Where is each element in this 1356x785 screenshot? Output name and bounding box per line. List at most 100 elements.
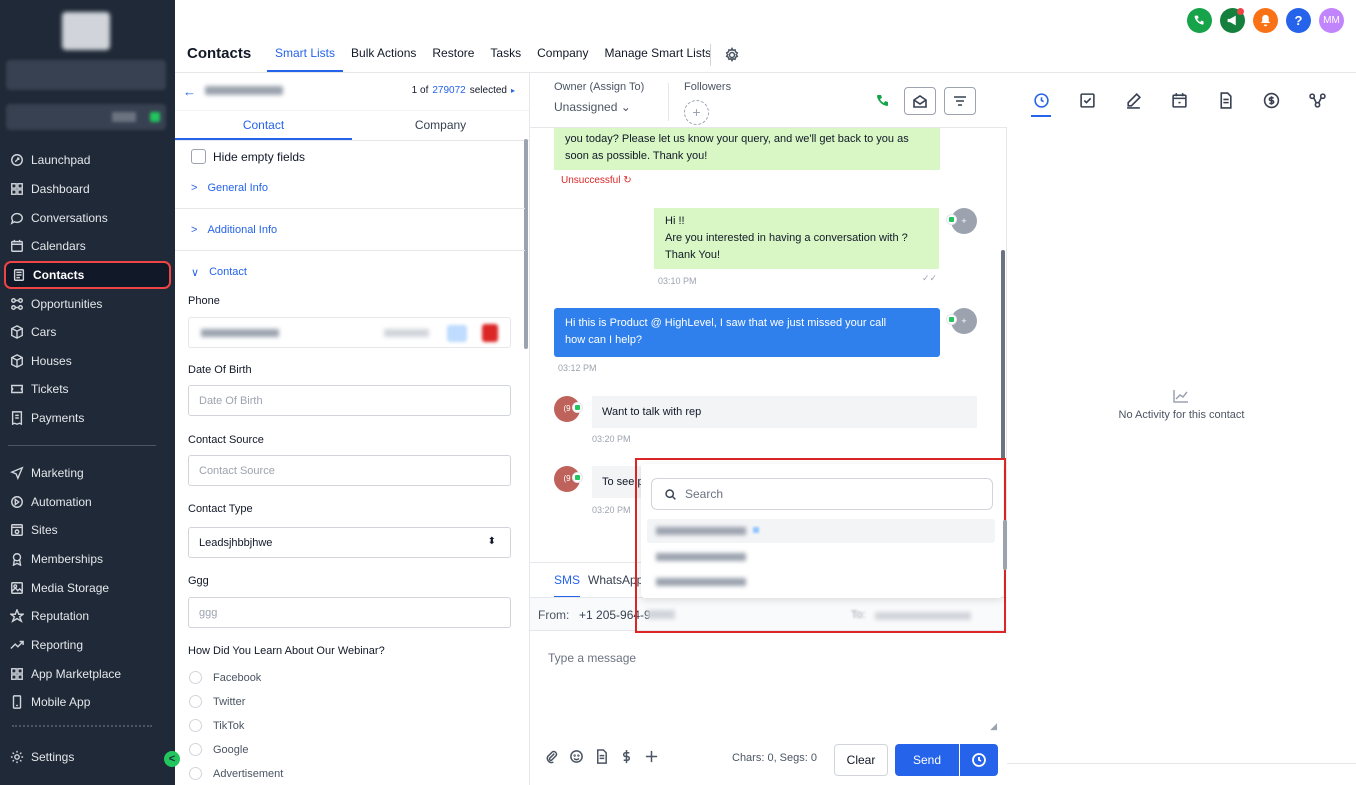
- tab-bulk-actions[interactable]: Bulk Actions: [343, 40, 424, 72]
- sidebar-item-reporting[interactable]: Reporting: [4, 631, 171, 659]
- phone-button[interactable]: [1187, 8, 1212, 33]
- company-logo[interactable]: [62, 12, 110, 50]
- tab-smart-lists[interactable]: Smart Lists: [267, 40, 344, 72]
- message-status[interactable]: Unsuccessful ↻: [561, 175, 632, 186]
- sidebar-divider: [8, 445, 156, 446]
- radio-twitter[interactable]: Twitter: [189, 695, 245, 708]
- section-additional-info[interactable]: > Additional Info: [175, 209, 525, 251]
- chevron-right-icon: >: [191, 223, 198, 236]
- tab-activity[interactable]: [1031, 92, 1051, 117]
- sidebar-item-conversations[interactable]: Conversations: [4, 204, 171, 232]
- dollar-icon[interactable]: [619, 749, 634, 764]
- sidebar-item-sites[interactable]: Sites: [4, 516, 171, 544]
- radio-google[interactable]: Google: [189, 743, 248, 756]
- sidebar-item-settings[interactable]: Settings: [4, 743, 171, 771]
- back-arrow-icon[interactable]: ←: [183, 84, 196, 99]
- ggg-field[interactable]: ggg: [188, 597, 511, 628]
- sidebar-item-app-marketplace[interactable]: App Marketplace: [4, 660, 171, 688]
- hide-empty-toggle[interactable]: Hide empty fields: [191, 149, 305, 164]
- dropdown-option[interactable]: [647, 545, 995, 569]
- next-contact-icon[interactable]: ▸: [511, 86, 515, 95]
- sidebar-item-tickets[interactable]: Tickets: [4, 375, 171, 403]
- from-label: From:: [538, 608, 570, 622]
- sidebar-item-dashboard[interactable]: Dashboard: [4, 175, 171, 203]
- send-button[interactable]: Send: [895, 744, 959, 776]
- add-follower-button[interactable]: +: [684, 100, 709, 125]
- radio-tiktok[interactable]: TikTok: [189, 719, 244, 732]
- sidebar-item-contacts[interactable]: Contacts: [4, 261, 171, 289]
- emoji-icon[interactable]: [569, 749, 584, 764]
- phone-icon: [1194, 15, 1204, 25]
- sidebar-item-launchpad[interactable]: Launchpad: [4, 146, 171, 174]
- template-icon[interactable]: [594, 749, 609, 764]
- radio-facebook[interactable]: Facebook: [189, 671, 261, 684]
- attachment-icon[interactable]: [544, 749, 559, 764]
- tab-company-details[interactable]: Company: [352, 111, 529, 140]
- to-number-select[interactable]: [875, 612, 971, 620]
- tab-tasks-panel[interactable]: [1079, 92, 1097, 116]
- help-icon: ?: [1294, 13, 1303, 28]
- message-time: 03:20 PM: [592, 505, 631, 515]
- sidebar-item-houses[interactable]: Houses: [4, 347, 171, 375]
- cube-icon: [11, 354, 23, 368]
- tab-workflows[interactable]: [1309, 92, 1327, 116]
- tab-payments[interactable]: [1263, 92, 1281, 116]
- sidebar-item-mobile-app[interactable]: Mobile App: [4, 688, 171, 716]
- conversation-scrollbar[interactable]: [1001, 250, 1005, 460]
- sidebar-item-opportunities[interactable]: Opportunities: [4, 290, 171, 318]
- sidebar-item-memberships[interactable]: Memberships: [4, 545, 171, 573]
- section-contact[interactable]: ∨ Contact: [175, 251, 525, 293]
- radio-advertisement[interactable]: Advertisement: [189, 767, 283, 780]
- sidebar-item-reputation[interactable]: Reputation: [4, 602, 171, 630]
- sidebar-item-automation[interactable]: Automation: [4, 488, 171, 516]
- tab-sms[interactable]: SMS: [554, 573, 581, 598]
- notifications-button[interactable]: [1253, 8, 1278, 33]
- nav-settings-button[interactable]: [724, 47, 740, 63]
- conversation-header: Owner (Assign To) Unassigned ⌄ Followers…: [530, 72, 1007, 128]
- filter-button[interactable]: [944, 87, 976, 115]
- retry-icon[interactable]: ↻: [623, 175, 631, 186]
- filter-icon: [954, 96, 966, 106]
- phone-field[interactable]: [188, 317, 511, 348]
- dropdown-option[interactable]: [647, 519, 995, 543]
- user-avatar[interactable]: MM: [1319, 8, 1344, 33]
- owner-select[interactable]: Unassigned ⌄: [554, 100, 631, 114]
- section-general-info[interactable]: > General Info: [175, 167, 525, 209]
- plus-icon[interactable]: [644, 749, 659, 764]
- tab-appointments[interactable]: [1171, 92, 1189, 116]
- to-number-dropdown-highlight: Search To:: [635, 458, 1007, 633]
- email-button[interactable]: [904, 87, 936, 115]
- schedule-send-button[interactable]: [960, 744, 998, 776]
- tab-company[interactable]: Company: [529, 40, 596, 72]
- send-icon: [10, 466, 24, 480]
- ggg-label: Ggg: [188, 575, 209, 587]
- tab-notes[interactable]: [1125, 92, 1143, 116]
- sidebar-item-marketing[interactable]: Marketing: [4, 459, 171, 487]
- dropdown-option[interactable]: [647, 570, 995, 594]
- sidebar-item-payments[interactable]: Payments: [4, 404, 171, 432]
- clear-button[interactable]: Clear: [834, 744, 888, 776]
- message-input[interactable]: Type a message: [548, 651, 636, 665]
- contact-source-field[interactable]: Contact Source: [188, 455, 511, 486]
- tab-documents[interactable]: [1217, 92, 1235, 116]
- chevron-right-icon: >: [191, 181, 198, 194]
- hide-empty-checkbox[interactable]: [191, 149, 206, 164]
- help-button[interactable]: ?: [1286, 8, 1311, 33]
- sidebar-item-cars[interactable]: Cars: [4, 318, 171, 346]
- dropdown-search-input[interactable]: Search: [651, 478, 993, 510]
- sidebar: Launchpad Dashboard Conversations Calend…: [0, 0, 180, 785]
- location-switcher[interactable]: [6, 60, 166, 90]
- contact-type-select[interactable]: Leadsjhbbjhwe ⬍: [188, 527, 511, 558]
- tab-contact[interactable]: Contact: [175, 111, 352, 140]
- announcements-button[interactable]: [1220, 8, 1245, 33]
- tab-manage-smart-lists[interactable]: Manage Smart Lists: [596, 40, 719, 72]
- tab-tasks[interactable]: Tasks: [482, 40, 529, 72]
- resize-handle-icon[interactable]: ◢: [990, 721, 997, 732]
- dob-field[interactable]: Date Of Birth: [188, 385, 511, 416]
- image-icon: [11, 582, 23, 594]
- sidebar-item-calendars[interactable]: Calendars: [4, 232, 171, 260]
- call-button[interactable]: [875, 93, 891, 109]
- sidebar-item-media-storage[interactable]: Media Storage: [4, 574, 171, 602]
- quick-search[interactable]: [6, 104, 166, 130]
- tab-restore[interactable]: Restore: [424, 40, 482, 72]
